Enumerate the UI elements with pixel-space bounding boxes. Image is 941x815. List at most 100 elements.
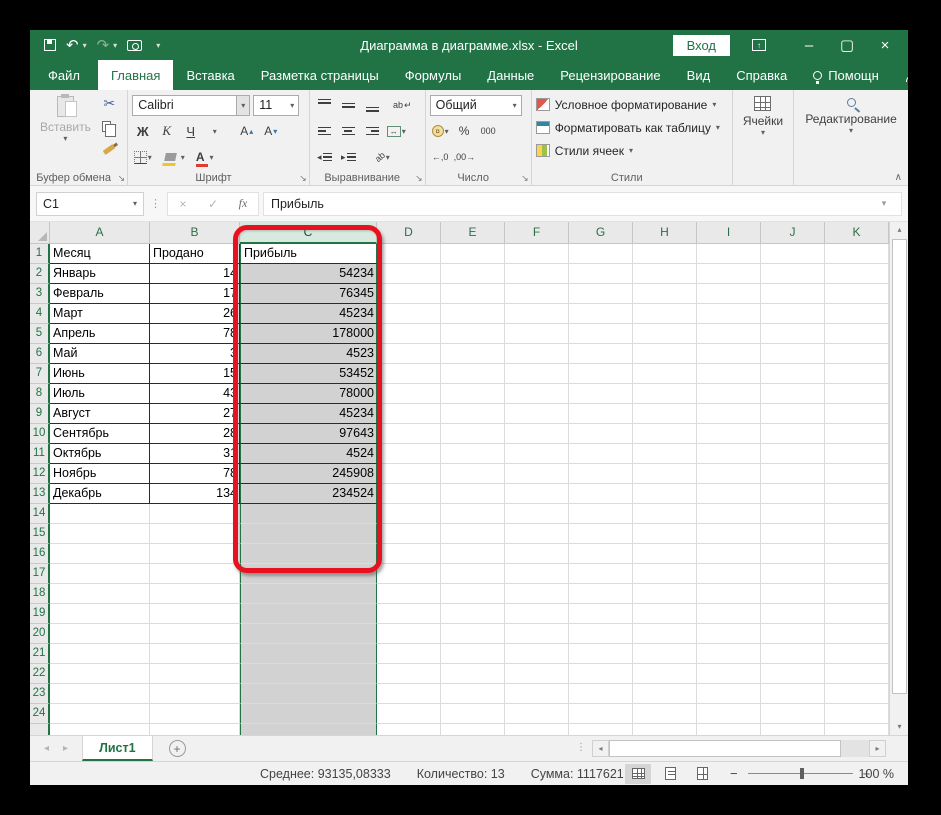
cell-D20[interactable] <box>377 624 441 644</box>
cell-K21[interactable] <box>825 644 889 664</box>
cell-H13[interactable] <box>633 484 697 504</box>
row-header-7[interactable]: 7 <box>30 364 50 384</box>
tab-page-layout[interactable]: Разметка страницы <box>248 60 392 90</box>
row-header-13[interactable]: 13 <box>30 484 50 504</box>
column-header-B[interactable]: B <box>150 222 240 244</box>
cell-E11[interactable] <box>441 444 505 464</box>
font-color-button[interactable]: А▾ <box>194 147 215 168</box>
cell-B15[interactable] <box>150 524 240 544</box>
page-break-view-button[interactable] <box>689 764 715 784</box>
cell-B6[interactable]: 3 <box>150 344 240 364</box>
cell-A10[interactable]: Сентябрь <box>50 424 150 444</box>
cell-B24[interactable] <box>150 704 240 724</box>
cell-F6[interactable] <box>505 344 569 364</box>
cell-H6[interactable] <box>633 344 697 364</box>
cell-D11[interactable] <box>377 444 441 464</box>
name-box[interactable]: C1▾ <box>36 192 144 216</box>
cell-H11[interactable] <box>633 444 697 464</box>
cell-F21[interactable] <box>505 644 569 664</box>
cell-H22[interactable] <box>633 664 697 684</box>
cell-D24[interactable] <box>377 704 441 724</box>
cell-E14[interactable] <box>441 504 505 524</box>
cell-E3[interactable] <box>441 284 505 304</box>
cell-G5[interactable] <box>569 324 633 344</box>
cell-J22[interactable] <box>761 664 825 684</box>
cell-A22[interactable] <box>50 664 150 684</box>
cell-B20[interactable] <box>150 624 240 644</box>
increase-indent-button[interactable]: ▸ <box>338 147 359 168</box>
cell-J1[interactable] <box>761 244 825 264</box>
undo-caret-icon[interactable]: ▾ <box>83 41 87 50</box>
cell-G9[interactable] <box>569 404 633 424</box>
cell-G19[interactable] <box>569 604 633 624</box>
cell-E[interactable] <box>441 724 505 735</box>
cell-F5[interactable] <box>505 324 569 344</box>
cell-G7[interactable] <box>569 364 633 384</box>
cell-C24[interactable] <box>240 704 377 724</box>
grow-font-button[interactable]: А▴ <box>236 121 257 142</box>
decrease-indent-button[interactable]: ◂ <box>314 147 335 168</box>
cell-D16[interactable] <box>377 544 441 564</box>
cell-J24[interactable] <box>761 704 825 724</box>
cell-J16[interactable] <box>761 544 825 564</box>
cell-C10[interactable]: 97643 <box>240 424 377 444</box>
cell-I5[interactable] <box>697 324 761 344</box>
cell-K4[interactable] <box>825 304 889 324</box>
cell-D7[interactable] <box>377 364 441 384</box>
column-header-A[interactable]: A <box>50 222 150 244</box>
row-header-2[interactable]: 2 <box>30 264 50 284</box>
cell-F8[interactable] <box>505 384 569 404</box>
cell-G6[interactable] <box>569 344 633 364</box>
cell-F13[interactable] <box>505 484 569 504</box>
horizontal-scrollbar[interactable]: ◂ ▸ <box>592 739 904 758</box>
tab-data[interactable]: Данные <box>474 60 547 90</box>
cell-I7[interactable] <box>697 364 761 384</box>
cell-J17[interactable] <box>761 564 825 584</box>
row-header-23[interactable]: 23 <box>30 684 50 704</box>
cell-H21[interactable] <box>633 644 697 664</box>
tab-view[interactable]: Вид <box>674 60 724 90</box>
cell-F12[interactable] <box>505 464 569 484</box>
cell-F22[interactable] <box>505 664 569 684</box>
cell-E20[interactable] <box>441 624 505 644</box>
row-header-24[interactable]: 24 <box>30 704 50 724</box>
cell-C13[interactable]: 234524 <box>240 484 377 504</box>
zoom-slider[interactable] <box>748 773 853 774</box>
vertical-scroll-thumb[interactable] <box>892 239 907 694</box>
scroll-down-icon[interactable]: ▾ <box>891 719 908 735</box>
cell-I[interactable] <box>697 724 761 735</box>
cell-C8[interactable]: 78000 <box>240 384 377 404</box>
tab-file[interactable]: Файл <box>30 60 98 90</box>
cell-J6[interactable] <box>761 344 825 364</box>
comma-style-button[interactable]: 000 <box>478 121 499 142</box>
cell-E18[interactable] <box>441 584 505 604</box>
cell-D9[interactable] <box>377 404 441 424</box>
cell-A9[interactable]: Август <box>50 404 150 424</box>
row-header-21[interactable]: 21 <box>30 644 50 664</box>
page-layout-view-button[interactable] <box>657 764 683 784</box>
scroll-up-icon[interactable]: ▴ <box>891 222 908 238</box>
cell-G22[interactable] <box>569 664 633 684</box>
format-painter-button[interactable] <box>99 139 120 160</box>
expand-formula-bar-icon[interactable]: ▾ <box>874 198 894 209</box>
cell-B18[interactable] <box>150 584 240 604</box>
vertical-scrollbar[interactable]: ▴ ▾ <box>889 222 908 735</box>
underline-button[interactable]: Ч <box>180 121 201 142</box>
cell-C19[interactable] <box>240 604 377 624</box>
cell-D15[interactable] <box>377 524 441 544</box>
cell-A14[interactable] <box>50 504 150 524</box>
cell-H16[interactable] <box>633 544 697 564</box>
cell-G12[interactable] <box>569 464 633 484</box>
cell-B9[interactable]: 27 <box>150 404 240 424</box>
cell-E5[interactable] <box>441 324 505 344</box>
cell-C5[interactable]: 178000 <box>240 324 377 344</box>
cell-A11[interactable]: Октябрь <box>50 444 150 464</box>
cell-C9[interactable]: 45234 <box>240 404 377 424</box>
font-size-combo[interactable]: 11▾ <box>253 95 299 116</box>
fill-color-button[interactable]: ▾ <box>164 147 185 168</box>
cell-B17[interactable] <box>150 564 240 584</box>
cell-A17[interactable] <box>50 564 150 584</box>
align-middle-button[interactable] <box>338 95 359 116</box>
cell-J3[interactable] <box>761 284 825 304</box>
cell-K22[interactable] <box>825 664 889 684</box>
